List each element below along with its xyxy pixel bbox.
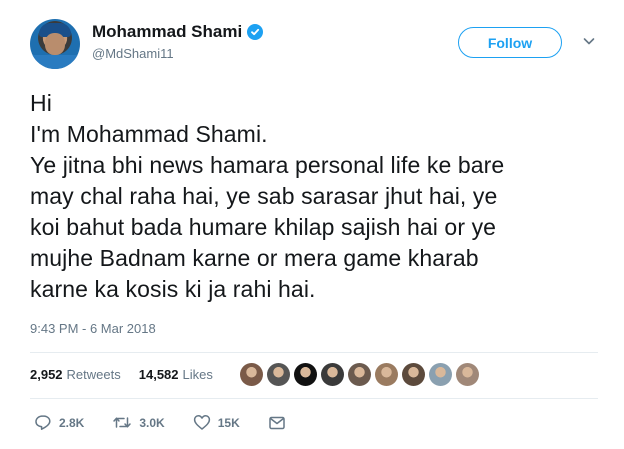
retweets-label[interactable]: Retweets: [67, 367, 121, 382]
tweet-text: Hi I'm Mohammad Shami. Ye jitna bhi news…: [30, 88, 615, 305]
chevron-down-icon[interactable]: [582, 34, 596, 48]
user-handle[interactable]: @MdShami11: [92, 46, 174, 61]
retweet-count: 3.0K: [139, 415, 165, 430]
user-name-row[interactable]: Mohammad Shami: [92, 22, 264, 42]
divider: [30, 398, 598, 399]
user-name[interactable]: Mohammad Shami: [92, 22, 242, 42]
tweet-line: Hi: [30, 90, 52, 116]
liker-avatar[interactable]: [348, 363, 371, 386]
divider: [30, 352, 598, 353]
direct-message-button[interactable]: [268, 415, 286, 431]
likers-avatars: [240, 363, 479, 386]
reply-button[interactable]: 2.8K: [34, 414, 84, 431]
likes-label[interactable]: Likes: [183, 367, 213, 382]
tweet-line: mujhe Badnam karne or mera game kharab: [30, 245, 479, 271]
tweet-stats: 2,952 Retweets 14,582 Likes: [30, 367, 213, 382]
retweet-icon: [113, 417, 132, 428]
liker-avatar[interactable]: [267, 363, 290, 386]
envelope-icon: [268, 416, 285, 429]
follow-button[interactable]: Follow: [458, 27, 562, 58]
liker-avatar[interactable]: [375, 363, 398, 386]
liker-avatar[interactable]: [429, 363, 452, 386]
tweet-line: may chal raha hai, ye sab sarasar jhut h…: [30, 183, 498, 209]
likes-count[interactable]: 14,582: [139, 367, 179, 382]
tweet-actions: 2.8K 3.0K 15K: [34, 414, 314, 431]
tweet-line: I'm Mohammad Shami.: [30, 121, 268, 147]
heart-icon: [193, 415, 210, 430]
tweet-line: karne ka kosis ki ja rahi hai.: [30, 276, 316, 302]
tweet-timestamp[interactable]: 9:43 PM - 6 Mar 2018: [30, 321, 156, 336]
tweet-line: Ye jitna bhi news hamara personal life k…: [30, 152, 505, 178]
like-count: 15K: [217, 415, 240, 430]
reply-icon: [35, 415, 51, 430]
tweet-line: koi bahut bada humare khilap sajish hai …: [30, 214, 497, 240]
liker-avatar[interactable]: [402, 363, 425, 386]
retweets-count[interactable]: 2,952: [30, 367, 63, 382]
liker-avatar[interactable]: [294, 363, 317, 386]
liker-avatar[interactable]: [240, 363, 263, 386]
like-button[interactable]: 15K: [193, 414, 240, 431]
avatar[interactable]: [30, 19, 80, 69]
verified-badge-icon: [247, 24, 264, 40]
reply-count: 2.8K: [59, 415, 85, 430]
liker-avatar[interactable]: [456, 363, 479, 386]
retweet-button[interactable]: 3.0K: [112, 414, 165, 431]
liker-avatar[interactable]: [321, 363, 344, 386]
